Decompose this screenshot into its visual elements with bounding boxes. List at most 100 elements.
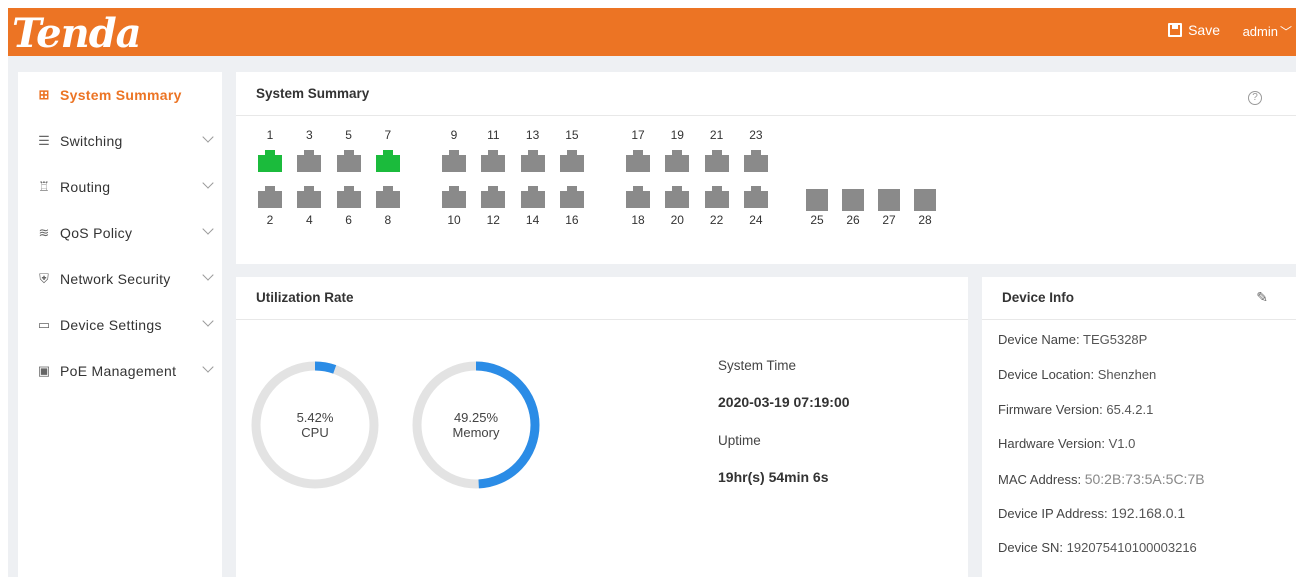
firmware-version-field: Firmware Version: 65.4.2.1	[998, 402, 1153, 417]
port-20[interactable]	[665, 186, 690, 208]
port-8[interactable]	[375, 186, 400, 208]
sidebar-item-label: System Summary	[60, 87, 182, 103]
port-2[interactable]	[258, 186, 282, 208]
chevron-down-icon	[202, 269, 214, 281]
port-9[interactable]	[442, 150, 466, 172]
port-5[interactable]	[336, 150, 361, 172]
port-10[interactable]	[442, 186, 466, 208]
sidebar-item-poe-management[interactable]: ▣ PoE Management	[18, 349, 222, 393]
sidebar-item-qos-policy[interactable]: ≋ QoS Policy	[18, 211, 222, 255]
device-ip-field: Device IP Address: 192.168.0.1	[998, 505, 1185, 521]
port-number-5: 5	[345, 128, 352, 142]
divider	[236, 115, 1296, 116]
port-number-21: 21	[709, 128, 724, 142]
sfp-port-26[interactable]	[842, 189, 864, 211]
port-number-1: 1	[266, 128, 274, 142]
port-19[interactable]	[665, 150, 690, 172]
cpu-text: CPU	[301, 425, 329, 440]
field-key: Device Name:	[998, 332, 1084, 347]
hardware-version-field: Hardware Version: V1.0	[998, 436, 1135, 451]
sidebar-item-routing[interactable]: ♖ Routing	[18, 165, 222, 209]
device-ip-value: 192.168.0.1	[1111, 505, 1186, 521]
port-number-20: 20	[670, 213, 684, 227]
port-number-17: 17	[631, 128, 645, 142]
port-22[interactable]	[704, 186, 729, 208]
sidebar-item-network-security[interactable]: ⛨ Network Security	[18, 257, 222, 301]
port-number-18: 18	[631, 213, 645, 227]
edit-icon[interactable]: ✎	[1256, 289, 1268, 306]
port-11[interactable]	[481, 150, 506, 172]
port-number-15: 15	[565, 128, 579, 142]
divider	[982, 319, 1296, 320]
sfp-port-28[interactable]	[914, 189, 936, 211]
port-14[interactable]	[520, 186, 545, 208]
device-name-field: Device Name: TEG5328P	[998, 332, 1147, 347]
chevron-down-icon	[202, 131, 214, 143]
mac-address-field: MAC Address: 50:2B:73:5A:5C:7B	[998, 471, 1205, 487]
port-21[interactable]	[704, 150, 729, 172]
port-4[interactable]	[297, 186, 322, 208]
port-23[interactable]	[743, 150, 768, 172]
port-12[interactable]	[481, 186, 506, 208]
cpu-value: 5.42%	[296, 410, 334, 425]
firmware-version-value: 65.4.2.1	[1106, 402, 1154, 417]
port-13[interactable]	[520, 150, 545, 172]
top-bar: Tenda Save admin ﹀	[8, 8, 1296, 57]
port-number-4: 4	[305, 213, 313, 227]
port-15[interactable]	[559, 150, 584, 172]
port-1[interactable]	[258, 150, 282, 172]
uptime-label: Uptime	[718, 433, 761, 448]
port-number-25: 25	[810, 213, 824, 227]
port-number-2: 2	[266, 213, 274, 227]
sidebar-item-system-summary[interactable]: ⊞ System Summary	[18, 73, 222, 117]
sidebar-item-device-settings[interactable]: ▭ Device Settings	[18, 303, 222, 347]
port-number-8: 8	[384, 213, 392, 227]
sidebar-item-label: QoS Policy	[60, 225, 133, 241]
system-summary-panel: System Summary ? 1 3 5 7 9 11 13 15 17 19 21 23 2 4 6 8…	[236, 72, 1296, 264]
mac-address-value: 50:2B:73:5A:5C:7B	[1084, 471, 1205, 487]
cpu-label: 5.42% CPU	[275, 410, 355, 440]
port-number-7: 7	[384, 128, 392, 142]
port-number-26: 26	[846, 213, 860, 227]
save-label: Save	[1188, 22, 1220, 38]
switching-icon: ☰	[38, 133, 50, 148]
device-info-panel: Device Info ✎ Device Name: TEG5328P Devi…	[982, 277, 1296, 577]
port-number-28: 28	[918, 213, 932, 227]
system-time-value: 2020-03-19 07:19:00	[718, 394, 850, 410]
help-icon[interactable]: ?	[1248, 91, 1262, 105]
chevron-down-icon	[202, 315, 214, 327]
sfp-port-27[interactable]	[878, 189, 900, 211]
sidebar-item-switching[interactable]: ☰ Switching	[18, 119, 222, 163]
chevron-down-icon: ﹀	[1279, 25, 1292, 39]
shield-icon: ⛨	[39, 271, 49, 286]
chevron-down-icon	[202, 177, 214, 189]
user-menu[interactable]: admin ﹀	[1243, 23, 1292, 40]
port-number-27: 27	[882, 213, 896, 227]
field-key: Hardware Version:	[998, 436, 1109, 451]
port-18[interactable]	[626, 186, 650, 208]
port-number-13: 13	[525, 128, 540, 142]
port-17[interactable]	[626, 150, 650, 172]
port-number-16: 16	[565, 213, 579, 227]
save-button[interactable]: Save	[1168, 22, 1220, 38]
port-7[interactable]	[375, 150, 400, 172]
port-number-3: 3	[305, 128, 313, 142]
sfp-port-25[interactable]	[806, 189, 828, 211]
port-16[interactable]	[559, 186, 584, 208]
field-key: Device SN:	[998, 540, 1067, 555]
device-location-value: Shenzhen	[1097, 367, 1157, 382]
user-name: admin	[1242, 24, 1278, 39]
device-sn-field: Device SN: 192075410100003216	[998, 540, 1197, 555]
port-number-23: 23	[749, 128, 763, 142]
utilization-panel: Utilization Rate 5.42% CPU 49.25% Memory…	[236, 277, 968, 577]
memory-value: 49.25%	[453, 410, 499, 425]
port-number-9: 9	[450, 128, 458, 142]
chevron-down-icon	[202, 223, 214, 235]
port-3[interactable]	[297, 150, 322, 172]
port-24[interactable]	[743, 186, 768, 208]
port-6[interactable]	[336, 186, 361, 208]
chart-icon: ⊞	[38, 87, 50, 102]
port-number-19: 19	[670, 128, 684, 142]
device-sn-value: 192075410100003216	[1066, 540, 1197, 555]
routing-icon: ♖	[38, 179, 50, 194]
